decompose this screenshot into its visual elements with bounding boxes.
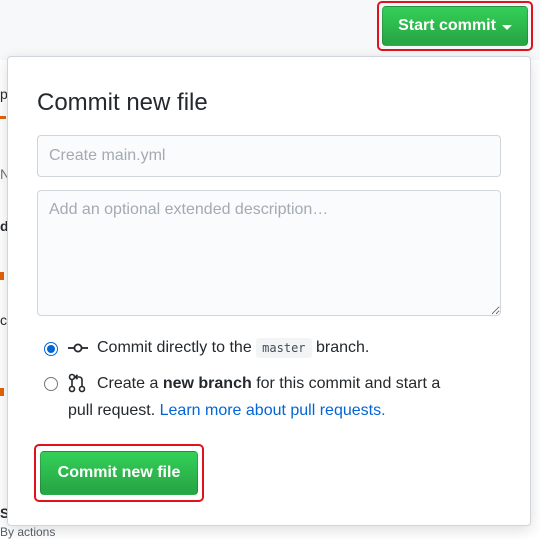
commit-new-file-button[interactable]: Commit new file — [40, 451, 198, 495]
commit-description-input[interactable] — [37, 190, 501, 316]
new-branch-bold: new branch — [162, 375, 252, 392]
background-fragment: c — [0, 312, 7, 328]
panel-title: Commit new file — [37, 89, 208, 116]
commit-panel: Commit new file Commit directly to the m… — [7, 56, 531, 526]
background-marker — [0, 272, 4, 280]
commit-direct-radio[interactable] — [44, 342, 58, 356]
git-pull-request-icon — [68, 373, 86, 393]
start-commit-label: Start commit — [398, 17, 496, 34]
new-branch-text-before: Create a — [97, 375, 159, 392]
caret-down-icon — [501, 24, 512, 30]
start-commit-highlight: Start commit — [377, 1, 533, 51]
branch-name: master — [256, 338, 312, 358]
git-commit-icon — [68, 343, 88, 353]
new-branch-label-line2: pull request. Learn more about pull requ… — [68, 397, 386, 424]
commit-summary-input[interactable] — [37, 135, 501, 177]
commit-direct-text-after: branch. — [315, 339, 370, 356]
new-branch-label: Create a new branch for this commit and … — [97, 370, 440, 397]
new-branch-text-after: for this commit and start a — [256, 375, 441, 392]
background-by-actions: By actions — [0, 525, 56, 539]
background-tab-underline — [0, 116, 6, 119]
start-commit-button[interactable]: Start commit — [382, 6, 528, 46]
pull-request-text: pull request. — [68, 402, 156, 419]
learn-more-link[interactable]: Learn more about pull requests. — [160, 402, 386, 419]
new-branch-radio[interactable] — [44, 377, 58, 391]
background-marker — [0, 388, 4, 396]
commit-button-highlight: Commit new file — [34, 444, 204, 502]
commit-direct-text: Commit directly to the — [97, 339, 252, 356]
commit-direct-label: Commit directly to the master branch. — [97, 334, 369, 362]
